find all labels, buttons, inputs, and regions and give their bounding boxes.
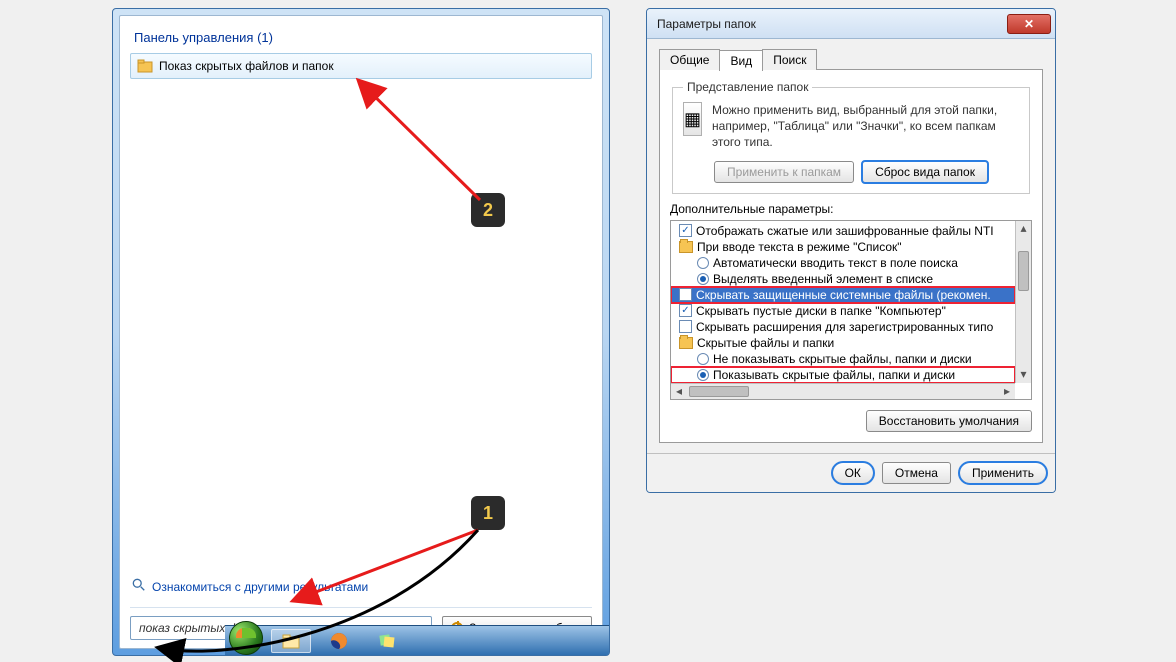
tree-label: Не показывать скрытые файлы, папки и дис…: [713, 352, 972, 366]
folder-options-icon: [137, 58, 153, 74]
dialog-body: Общие Вид Поиск Представление папок ▦ Мо…: [647, 39, 1055, 453]
scroll-thumb[interactable]: [689, 386, 749, 397]
folder-views-buttons: Применить к папкам Сброс вида папок: [683, 161, 1019, 183]
tree-body: ✓ Отображать сжатые или зашифрованные фа…: [671, 221, 1015, 383]
tree-label: Отображать сжатые или зашифрованные файл…: [696, 224, 994, 238]
see-more-results-link[interactable]: Ознакомиться с другими результатами: [130, 574, 592, 603]
radio-icon: [697, 369, 709, 381]
restore-defaults-button[interactable]: Восстановить умолчания: [866, 410, 1032, 432]
start-menu-window: Панель управления (1) Показ скрытых файл…: [112, 8, 610, 656]
start-menu-spacer: [130, 79, 592, 574]
start-menu-inner: Панель управления (1) Показ скрытых файл…: [119, 15, 603, 649]
vertical-scrollbar[interactable]: ▴ ▾: [1015, 221, 1031, 383]
tree-label: Скрытые файлы и папки: [697, 336, 834, 350]
tab-view-page: Представление папок ▦ Можно применить ви…: [659, 69, 1043, 443]
restore-defaults-row: Восстановить умолчания: [670, 410, 1032, 432]
tree-label: При вводе текста в режиме "Список": [697, 240, 902, 254]
folder-views-description: Можно применить вид, выбранный для этой …: [712, 102, 1019, 151]
tree-label: Скрывать защищенные системные файлы (рек…: [696, 288, 991, 302]
search-icon: [132, 578, 146, 595]
tree-item-show-hidden[interactable]: Показывать скрытые файлы, папки и диски: [671, 367, 1015, 383]
tree-item-select-typed[interactable]: Выделять введенный элемент в списке: [671, 271, 1015, 287]
folder-icon: [679, 337, 693, 349]
close-button[interactable]: ✕: [1007, 14, 1051, 34]
callout-2: 2: [471, 193, 505, 227]
horizontal-scrollbar[interactable]: ◂ ▸: [671, 383, 1015, 399]
radio-icon: [697, 273, 709, 285]
dialog-tabs: Общие Вид Поиск: [659, 49, 1043, 70]
tree-item-hide-extensions[interactable]: Скрывать расширения для зарегистрированн…: [671, 319, 1015, 335]
tree-label: Скрывать расширения для зарегистрированн…: [696, 320, 993, 334]
checkbox-icon: [679, 320, 692, 333]
radio-icon: [697, 257, 709, 269]
see-more-results-label: Ознакомиться с другими результатами: [152, 580, 368, 594]
callout-1: 1: [471, 496, 505, 530]
callout-1-label: 1: [483, 503, 493, 524]
close-icon: ✕: [1024, 17, 1034, 31]
search-result-show-hidden-files[interactable]: Показ скрытых файлов и папок: [130, 53, 592, 79]
control-panel-heading-count: (1): [257, 30, 273, 45]
folder-icon: [679, 241, 693, 253]
folder-views-row: ▦ Можно применить вид, выбранный для это…: [683, 102, 1019, 151]
dialog-titlebar[interactable]: Параметры папок ✕: [647, 9, 1055, 39]
divider: [130, 607, 592, 608]
control-panel-heading-text: Панель управления: [134, 30, 253, 45]
reset-folders-button[interactable]: Сброс вида папок: [862, 161, 988, 183]
folder-views-legend: Представление папок: [683, 80, 812, 94]
folder-views-icon: ▦: [683, 102, 702, 136]
dialog-buttons: ОК Отмена Применить: [647, 453, 1055, 492]
cancel-button[interactable]: Отмена: [882, 462, 951, 484]
apply-to-folders-button[interactable]: Применить к папкам: [714, 161, 854, 183]
scroll-down-icon[interactable]: ▾: [1016, 367, 1031, 383]
checkbox-icon: ✓: [679, 304, 692, 317]
tree-label: Автоматически вводить текст в поле поиск…: [713, 256, 958, 270]
advanced-settings-label: Дополнительные параметры:: [670, 202, 1032, 216]
tree-item-hidden-files-group[interactable]: Скрытые файлы и папки: [671, 335, 1015, 351]
tree-item-dont-show-hidden[interactable]: Не показывать скрытые файлы, папки и дис…: [671, 351, 1015, 367]
apply-button[interactable]: Применить: [959, 462, 1047, 484]
scroll-thumb[interactable]: [1018, 251, 1029, 291]
scroll-right-icon[interactable]: ▸: [999, 384, 1015, 399]
tree-label: Выделять введенный элемент в списке: [713, 272, 933, 286]
scroll-up-icon[interactable]: ▴: [1016, 221, 1031, 237]
tree-item-ntfs-color[interactable]: ✓ Отображать сжатые или зашифрованные фа…: [671, 223, 1015, 239]
tree-label: Скрывать пустые диски в папке "Компьютер…: [696, 304, 946, 318]
taskbar-explorer-icon[interactable]: [271, 629, 311, 653]
tree-item-hide-protected-os-files[interactable]: Скрывать защищенные системные файлы (рек…: [671, 287, 1015, 303]
scroll-left-icon[interactable]: ◂: [671, 384, 687, 399]
tab-search[interactable]: Поиск: [762, 49, 817, 70]
tree-item-list-typing[interactable]: При вводе текста в режиме "Список": [671, 239, 1015, 255]
tree-label: Показывать скрытые файлы, папки и диски: [713, 368, 955, 382]
ok-button[interactable]: ОК: [832, 462, 874, 484]
callout-2-label: 2: [483, 200, 493, 221]
tab-general[interactable]: Общие: [659, 49, 720, 70]
tree-item-auto-type-search[interactable]: Автоматически вводить текст в поле поиск…: [671, 255, 1015, 271]
folder-views-group: Представление папок ▦ Можно применить ви…: [672, 80, 1030, 194]
checkbox-icon: ✓: [679, 224, 692, 237]
search-result-label: Показ скрытых файлов и папок: [159, 59, 334, 73]
folder-options-dialog: Параметры папок ✕ Общие Вид Поиск Предст…: [646, 8, 1056, 493]
tree-item-hide-empty-drives[interactable]: ✓ Скрывать пустые диски в папке "Компьют…: [671, 303, 1015, 319]
advanced-settings-tree[interactable]: ✓ Отображать сжатые или зашифрованные фа…: [670, 220, 1032, 400]
checkbox-icon: [679, 288, 692, 301]
dialog-title: Параметры папок: [657, 17, 756, 31]
start-button[interactable]: [229, 621, 263, 655]
taskbar-sticky-notes-icon[interactable]: [367, 629, 407, 653]
radio-icon: [697, 353, 709, 365]
tab-view[interactable]: Вид: [719, 50, 763, 71]
control-panel-heading: Панель управления (1): [134, 30, 592, 45]
taskbar: [225, 625, 610, 655]
taskbar-firefox-icon[interactable]: [319, 629, 359, 653]
